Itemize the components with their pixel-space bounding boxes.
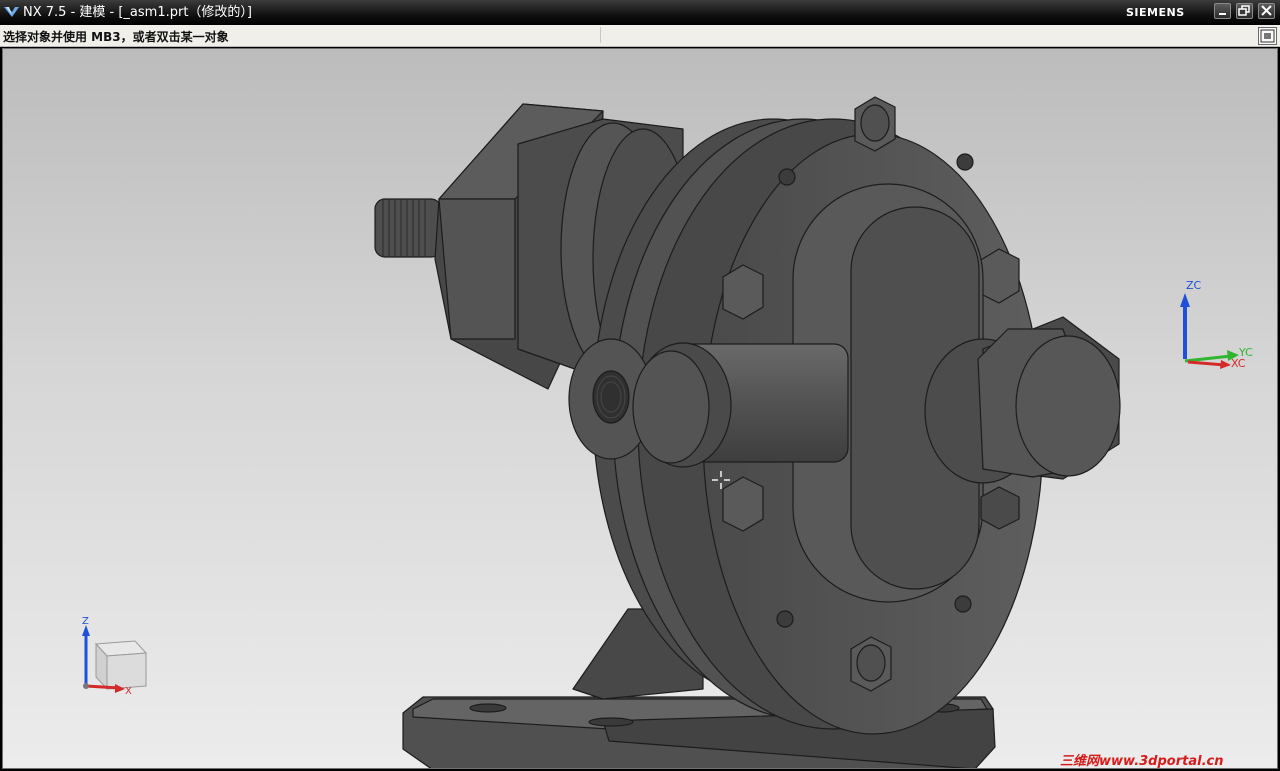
fit-view-icon: [1260, 29, 1275, 43]
gear-pump-assembly-model[interactable]: ZC YC XC Z X: [3, 49, 1278, 769]
minimize-button[interactable]: [1214, 3, 1231, 19]
status-divider: [600, 27, 601, 43]
title-bar: NX 7.5 - 建模 - [_asm1.prt（修改的）] SIEMENS: [0, 0, 1280, 25]
brand-label: SIEMENS: [1126, 6, 1185, 19]
minimize-icon: [1219, 13, 1226, 15]
status-prompt: 选择对象并使用 MB3，或者双击某一对象: [3, 30, 229, 44]
fit-view-button[interactable]: [1258, 27, 1277, 45]
watermark-text: 三维网www.3dportal.cn: [1060, 754, 1224, 769]
nx-logo-icon: [4, 7, 19, 17]
close-button[interactable]: [1258, 3, 1275, 19]
mini-z-label: Z: [82, 616, 89, 627]
close-icon: [1261, 5, 1272, 16]
window-title: NX 7.5 - 建模 - [_asm1.prt（修改的）]: [23, 5, 252, 20]
status-bar: 选择对象并使用 MB3，或者双击某一对象: [0, 25, 1280, 47]
xc-label: XC: [1231, 357, 1246, 370]
restore-button[interactable]: [1236, 3, 1253, 19]
mini-x-label: X: [125, 686, 132, 697]
restore-icon: [1238, 5, 1250, 16]
graphics-window[interactable]: ZC YC XC Z X: [2, 48, 1278, 769]
view-triad: [82, 625, 148, 693]
zc-label: ZC: [1186, 279, 1202, 292]
